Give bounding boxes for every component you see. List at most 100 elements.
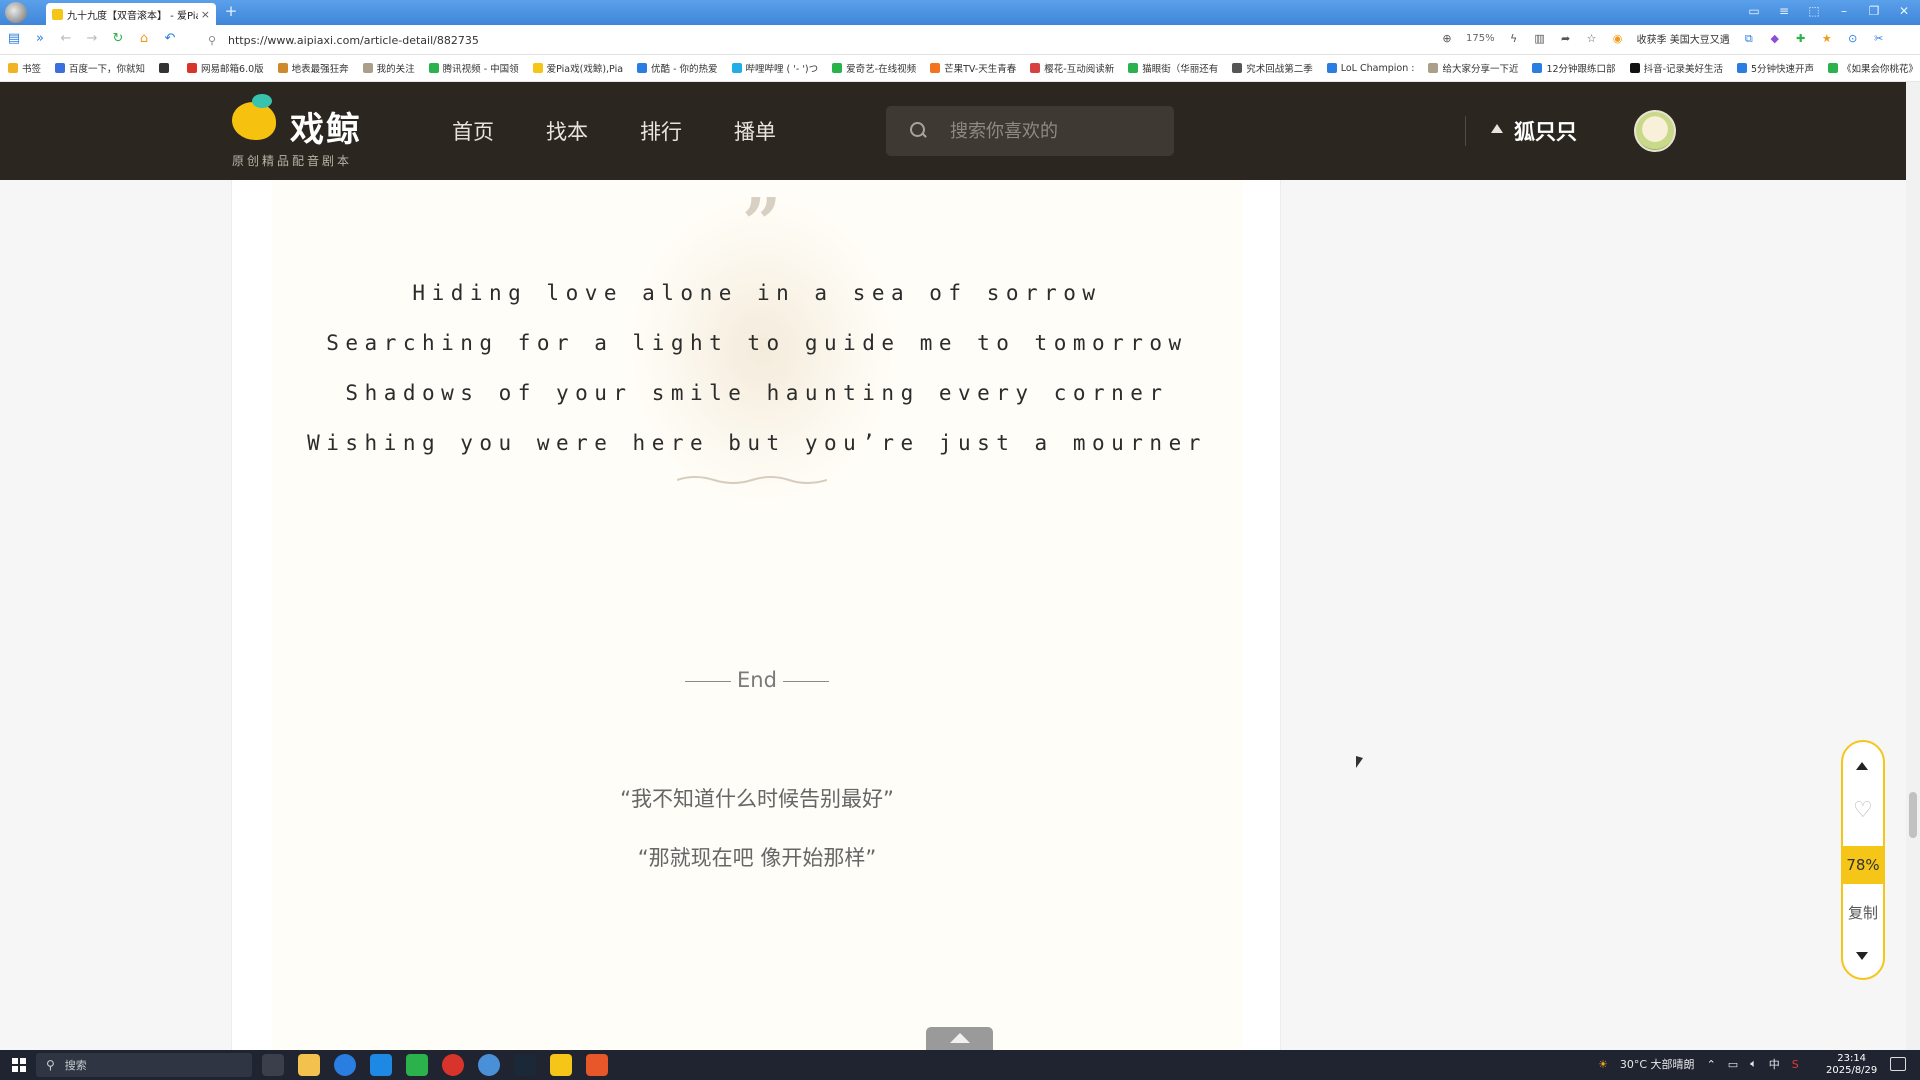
avatar[interactable] — [1634, 110, 1676, 152]
skin-icon[interactable]: ⬚ — [1806, 4, 1822, 18]
steam-icon[interactable] — [514, 1054, 536, 1076]
undo-icon[interactable]: ↶ — [162, 31, 178, 46]
task-view-icon[interactable] — [262, 1054, 284, 1076]
volume-icon[interactable]: 🔈︎ — [1750, 1057, 1757, 1071]
bookmark-label: 优酷 - 你的热爱 — [651, 64, 718, 75]
restore-icon[interactable]: ❐ — [1866, 4, 1882, 18]
bookmark-item[interactable]: 哔哩哔哩 ( '- ')つ — [731, 61, 818, 75]
like-heart-icon[interactable]: ♡ — [1853, 800, 1873, 822]
bookmark-item[interactable]: 究术回战第二季 — [1232, 61, 1313, 75]
music-app-icon[interactable] — [442, 1054, 464, 1076]
browser-app-2-icon[interactable] — [478, 1054, 500, 1076]
network-icon[interactable]: ▭ — [1728, 1058, 1738, 1071]
bookmark-item[interactable]: 抖音-记录美好生活 — [1629, 61, 1723, 75]
bookmark-item[interactable]: 地表最强狂奔 — [277, 61, 349, 75]
bookmark-item[interactable]: 爱Pia戏(戏鲸),Pia — [532, 61, 623, 75]
bookmark-item[interactable]: 给大家分享一下近 — [1428, 61, 1518, 75]
floating-toolbar: ♡ 78% 复制 — [1841, 740, 1885, 980]
notification-icon[interactable] — [1890, 1057, 1906, 1071]
url-text: https://www.aipiaxi.com/article-detail/8… — [228, 33, 479, 47]
scrollbar-thumb[interactable] — [1909, 792, 1917, 838]
game-app-icon[interactable] — [586, 1054, 608, 1076]
antivirus-icon[interactable]: S — [1792, 1058, 1799, 1071]
bookmark-item[interactable]: 芒果TV-天生青春 — [930, 61, 1016, 75]
nav-playlists[interactable]: 播单 — [734, 116, 776, 146]
download-icon[interactable]: ⊙ — [1846, 32, 1860, 45]
lightning-icon[interactable]: ϟ — [1507, 32, 1521, 45]
taskbar-search[interactable]: ⚲ 搜索 — [36, 1053, 252, 1077]
bookmark-item[interactable]: 优酷 - 你的热爱 — [637, 61, 718, 75]
url-field[interactable]: ⚲ https://www.aipiaxi.com/article-detail… — [208, 29, 1428, 51]
bookmark-label: 究术回战第二季 — [1246, 64, 1313, 75]
bookmark-favicon-icon — [1128, 63, 1139, 73]
back-icon[interactable]: ← — [58, 31, 74, 46]
extension-purple-icon[interactable]: ◆ — [1768, 32, 1782, 45]
reader-mode-icon[interactable]: ▥ — [1533, 32, 1547, 45]
security-lock-icon[interactable]: ⚲ — [208, 34, 222, 47]
tray-chevron-icon[interactable]: ⌃ — [1707, 1058, 1716, 1071]
search-input[interactable] — [950, 120, 1160, 142]
bookmark-item[interactable]: 我的关注 — [362, 61, 415, 75]
bookmark-favicon-icon — [55, 63, 66, 73]
nav-home[interactable]: 首页 — [452, 116, 494, 146]
expand-icon[interactable]: » — [32, 31, 48, 46]
bookmark-item[interactable]: 《如果会你桃花》 — [1828, 61, 1918, 75]
share-icon[interactable]: ➦ — [1559, 32, 1573, 45]
extension-puzzle-icon[interactable]: ✚ — [1794, 32, 1808, 45]
menu-icon[interactable]: ≡ — [1776, 4, 1792, 18]
bookmark-favicon-icon — [930, 63, 941, 73]
bookmark-item[interactable]: 腾讯视频 - 中国领 — [428, 61, 519, 75]
wechat-icon[interactable] — [406, 1054, 428, 1076]
bookmark-item[interactable] — [159, 63, 173, 73]
wave-divider-icon — [677, 476, 827, 484]
home-icon[interactable]: ⌂ — [136, 31, 152, 46]
translate-icon[interactable]: ⧉ — [1742, 32, 1756, 46]
weather-text[interactable]: 30°C 大部晴朗 — [1620, 1056, 1695, 1072]
system-tray: ☀ 30°C 大部晴朗 ⌃ ▭ 🔈︎ 中 S — [1598, 1056, 1799, 1072]
bookmark-item[interactable]: 网易邮箱6.0版 — [187, 61, 264, 75]
bookmark-item[interactable]: 樱花-互动阅读新 — [1030, 61, 1114, 75]
bookmark-item[interactable]: 百度一下，你就知 — [55, 61, 145, 75]
nav-find-scripts[interactable]: 找本 — [546, 116, 588, 146]
forward-icon[interactable]: → — [84, 31, 100, 46]
bookmark-item[interactable]: 书签 — [8, 61, 41, 75]
copy-button[interactable]: 复制 — [1843, 902, 1883, 923]
site-logo[interactable]: 戏鲸 原创精品配音剧本 — [230, 94, 370, 168]
news-ticker[interactable]: 收获季 美国大豆又遇 — [1637, 31, 1730, 46]
bookmark-item[interactable]: 12分钟跟练口部 — [1532, 61, 1616, 75]
expand-panel-button[interactable] — [926, 1027, 993, 1050]
favorite-star-icon[interactable]: ☆ — [1585, 32, 1599, 45]
user-name[interactable]: 狐只只 — [1514, 116, 1577, 146]
page-scrollbar[interactable] — [1906, 82, 1920, 1050]
ime-indicator[interactable]: 中 — [1769, 1056, 1780, 1072]
close-window-icon[interactable]: ✕ — [1896, 4, 1912, 18]
browser-tab-active[interactable]: 九十九度【双音滚本】 - 爱Pia × — [46, 3, 216, 25]
minimize-icon[interactable]: – — [1836, 4, 1852, 18]
scroll-up-icon[interactable] — [1856, 762, 1868, 770]
zoom-level[interactable]: 175% — [1466, 33, 1495, 44]
reload-icon[interactable]: ↻ — [110, 31, 126, 46]
bookmark-item[interactable]: LoL Champion : — [1326, 63, 1414, 74]
search-icon[interactable] — [910, 122, 928, 140]
sidebar-icon[interactable]: ▤ — [6, 31, 22, 46]
sidebar-toggle-icon[interactable]: ▭ — [1746, 4, 1762, 18]
new-tab-button[interactable]: + — [222, 4, 240, 21]
browser-app-icon[interactable] — [334, 1054, 356, 1076]
taskbar-clock[interactable]: 23:14 2025/8/29 — [1826, 1053, 1877, 1077]
lyric-line: Searching for a light to guide me to tom… — [326, 331, 1188, 355]
nav-ranking[interactable]: 排行 — [640, 116, 682, 146]
file-explorer-icon[interactable] — [298, 1054, 320, 1076]
bookmark-item[interactable]: 爱奇艺-在线视频 — [832, 61, 916, 75]
xijing-app-icon[interactable] — [550, 1054, 572, 1076]
collections-star-icon[interactable]: ★ — [1820, 32, 1834, 45]
tab-close-icon[interactable]: × — [201, 8, 210, 21]
bookmark-favicon-icon — [731, 63, 742, 73]
scroll-down-icon[interactable] — [1856, 952, 1868, 960]
bookmark-item[interactable]: 5分钟快速开声 — [1737, 61, 1814, 75]
bookmark-item[interactable]: 猫眼街（华丽还有 — [1128, 61, 1218, 75]
scissors-icon[interactable]: ✂ — [1872, 32, 1886, 45]
editor-app-icon[interactable] — [370, 1054, 392, 1076]
windows-start-icon[interactable] — [12, 1058, 26, 1072]
lyric-line: Wishing you were here but you’re just a … — [307, 431, 1207, 455]
browser-menu-icon[interactable] — [5, 2, 27, 23]
